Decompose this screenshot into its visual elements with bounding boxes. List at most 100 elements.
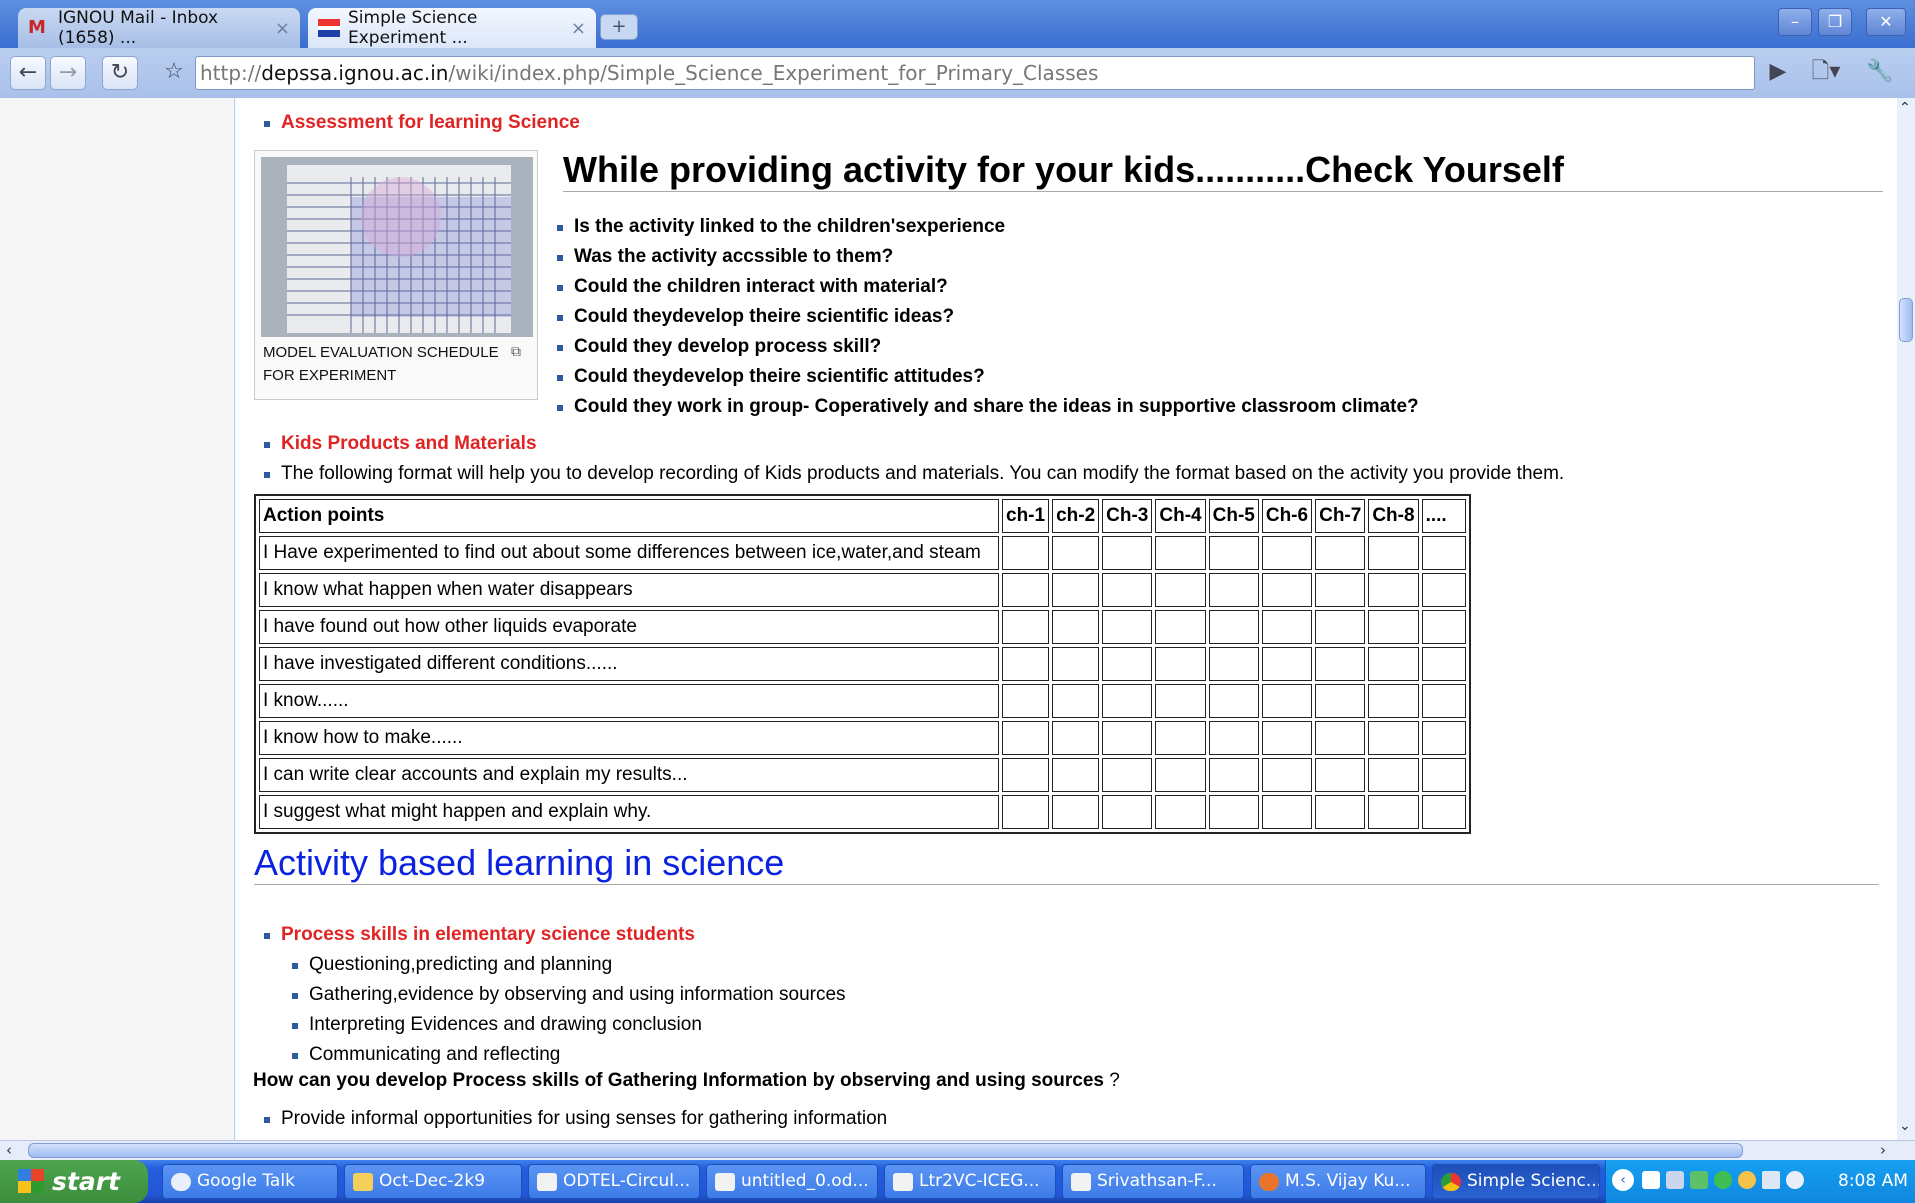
new-tab-button[interactable]: + xyxy=(600,14,638,40)
security-shield-icon[interactable] xyxy=(1714,1171,1732,1189)
antivirus-icon[interactable] xyxy=(1738,1171,1756,1189)
kids-products-table: Action points ch-1 ch-2 Ch-3 Ch-4 Ch-5 C… xyxy=(254,494,1471,834)
task-document[interactable]: untitled_0.od... xyxy=(706,1164,878,1199)
tab-label: IGNOU Mail - Inbox (1658) ... xyxy=(58,8,219,48)
figure-thumbnail: MODEL EVALUATION SCHEDULE FOR EXPERIMENT… xyxy=(254,150,538,400)
wrench-menu-button[interactable]: 🔧 xyxy=(1862,56,1898,90)
child-score-cell xyxy=(1155,647,1206,681)
child-score-cell xyxy=(1208,610,1259,644)
go-button[interactable]: ▶ xyxy=(1760,56,1796,90)
task-chrome[interactable]: Simple Scienc... xyxy=(1432,1164,1600,1199)
forward-button[interactable]: → xyxy=(50,56,86,90)
task-document[interactable]: ODTEL-Circul... xyxy=(528,1164,700,1199)
tray-expand-icon[interactable]: ‹ xyxy=(1612,1169,1634,1191)
process-skills-link[interactable]: Process skills in elementary science stu… xyxy=(264,924,695,946)
start-button[interactable]: start xyxy=(0,1160,148,1203)
child-score-cell xyxy=(1102,721,1153,755)
clock[interactable]: 8:08 AM xyxy=(1838,1160,1908,1203)
tab-ignou-mail[interactable]: M IGNOU Mail - Inbox (1658) ... × xyxy=(18,8,300,48)
scroll-right-icon[interactable]: › xyxy=(1880,1141,1886,1159)
wrench-icon: 🔧 xyxy=(1866,59,1894,84)
back-button[interactable]: ← xyxy=(10,56,46,90)
scroll-down-icon[interactable]: ⌄ xyxy=(1899,1118,1911,1134)
action-point-cell: I know how to make...... xyxy=(259,721,999,755)
last-list-item: Provide informal opportunities for using… xyxy=(263,1108,888,1129)
child-score-cell xyxy=(1102,684,1153,718)
page-menu-button[interactable]: 🗋▾ xyxy=(1808,56,1844,90)
child-score-cell xyxy=(1002,795,1050,829)
column-header: ch-1 xyxy=(1002,499,1050,533)
reload-icon: ↻ xyxy=(110,60,130,85)
scroll-left-icon[interactable]: ‹ xyxy=(6,1141,12,1159)
kids-products-link[interactable]: Kids Products and Materials xyxy=(264,433,537,455)
child-score-cell xyxy=(1261,610,1313,644)
child-score-cell xyxy=(1315,573,1366,607)
child-score-cell xyxy=(1155,721,1206,755)
horizontal-scrollbar[interactable]: ‹ › xyxy=(0,1140,1915,1160)
minimize-button[interactable]: – xyxy=(1778,8,1812,36)
close-window-button[interactable]: ✕ xyxy=(1866,8,1906,36)
task-folder[interactable]: Oct-Dec-2k9 xyxy=(344,1164,522,1199)
child-score-cell xyxy=(1052,721,1100,755)
enlarge-icon[interactable]: ⧉ xyxy=(511,343,521,360)
action-point-cell: I have investigated different conditions… xyxy=(259,647,999,681)
action-point-cell: I suggest what might happen and explain … xyxy=(259,795,999,829)
url-host: depssa.ignou.ac.in xyxy=(261,61,449,85)
child-score-cell xyxy=(1368,573,1419,607)
play-icon: ▶ xyxy=(1769,59,1787,84)
page-viewport: Assessment for learning Science MODEL EV… xyxy=(0,98,1897,1140)
address-bar[interactable]: http://depssa.ignou.ac.in/wiki/index.php… xyxy=(195,56,1755,90)
close-tab-icon[interactable]: × xyxy=(275,18,290,39)
update-icon[interactable] xyxy=(1786,1171,1804,1189)
assessment-link[interactable]: Assessment for learning Science xyxy=(264,112,580,134)
child-score-cell xyxy=(1208,536,1259,570)
column-header: .... xyxy=(1421,499,1466,533)
child-score-cell xyxy=(1421,795,1466,829)
child-score-cell xyxy=(1315,647,1366,681)
action-point-cell: I Have experimented to find out about so… xyxy=(259,536,999,570)
firefox-icon xyxy=(1259,1173,1279,1191)
windows-taskbar: start Google Talk Oct-Dec-2k9 ODTEL-Circ… xyxy=(0,1160,1915,1203)
close-tab-icon[interactable]: × xyxy=(571,18,586,39)
task-firefox[interactable]: M.S. Vijay Ku... xyxy=(1250,1164,1426,1199)
task-document[interactable]: Srivathsan-F... xyxy=(1062,1164,1244,1199)
vertical-scroll-thumb[interactable] xyxy=(1899,298,1913,342)
task-google-talk[interactable]: Google Talk xyxy=(162,1164,338,1199)
tab-simple-science[interactable]: Simple Science Experiment ... × xyxy=(308,8,596,48)
table-row: I know what happen when water disappears xyxy=(259,573,1466,607)
child-score-cell xyxy=(1052,573,1100,607)
column-header: Action points xyxy=(259,499,999,533)
display-icon[interactable] xyxy=(1762,1171,1780,1189)
child-score-cell xyxy=(1102,647,1153,681)
task-document[interactable]: Ltr2VC-ICEG... xyxy=(884,1164,1056,1199)
system-tray: ‹ 8:08 AM xyxy=(1605,1160,1915,1203)
check-item: Could theydevelop theire scientific atti… xyxy=(557,366,985,387)
bookmark-star-button[interactable]: ☆ xyxy=(156,56,192,90)
horizontal-scroll-thumb[interactable] xyxy=(28,1143,1743,1158)
column-header: Ch-8 xyxy=(1368,499,1419,533)
scroll-up-icon[interactable]: ⌃ xyxy=(1899,100,1911,116)
back-icon: ← xyxy=(18,60,38,85)
site-favicon-icon xyxy=(318,19,340,37)
gmail-notifier-icon[interactable] xyxy=(1642,1171,1660,1189)
process-item: Gathering,evidence by observing and usin… xyxy=(292,984,846,1005)
child-score-cell xyxy=(1261,684,1313,718)
column-header: Ch-7 xyxy=(1315,499,1366,533)
network-icon[interactable] xyxy=(1690,1171,1708,1189)
child-score-cell xyxy=(1052,758,1100,792)
restore-button[interactable]: ❐ xyxy=(1818,8,1852,36)
volume-icon[interactable] xyxy=(1666,1171,1684,1189)
process-item: Interpreting Evidences and drawing concl… xyxy=(292,1014,702,1035)
child-score-cell xyxy=(1102,536,1153,570)
table-row: I know...... xyxy=(259,684,1466,718)
start-label: start xyxy=(52,1167,120,1196)
child-score-cell xyxy=(1261,795,1313,829)
child-score-cell xyxy=(1002,610,1050,644)
vertical-scrollbar[interactable]: ⌃ ⌄ xyxy=(1897,98,1915,1140)
reload-button[interactable]: ↻ xyxy=(102,56,138,90)
child-score-cell xyxy=(1052,536,1100,570)
process-item: Communicating and reflecting xyxy=(291,1044,561,1065)
tab-label: Simple Science Experiment ... xyxy=(348,8,478,48)
child-score-cell xyxy=(1052,610,1100,644)
evaluation-schedule-image[interactable] xyxy=(261,157,533,337)
